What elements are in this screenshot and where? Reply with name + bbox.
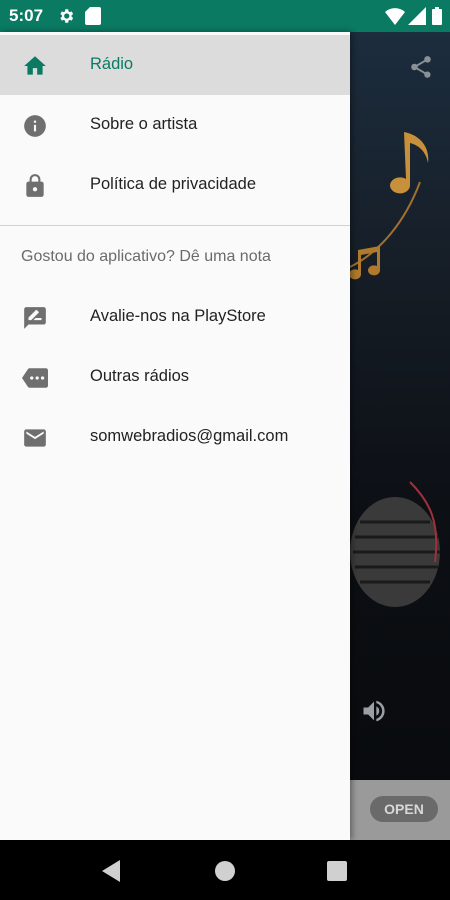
back-icon[interactable] [102,860,122,882]
status-time: 5:07 [9,6,44,25]
drawer-item-privacy-policy[interactable]: Política de privacidade [0,155,350,215]
drawer-item-radio[interactable]: Rádio [0,35,350,95]
drawer-item-about-artist[interactable]: Sobre o artista [0,95,350,155]
battery-icon [432,7,442,25]
label-more-icon [22,368,48,388]
drawer-section-title: Gostou do aplicativo? Dê uma nota [21,248,271,265]
navigation-drawer: Rádio Sobre o artista Política de privac… [0,32,350,840]
background-app[interactable]: OPEN [350,32,450,840]
drawer-divider [0,225,350,226]
microphone-decoration [350,481,440,607]
drawer-item-label: Política de privacidade [90,175,257,193]
drawer-item-other-radios[interactable]: Outras rádios [0,347,350,407]
drawer-item-label: Avalie-nos na PlayStore [90,307,266,325]
system-nav-bar [0,840,450,900]
email-icon [24,429,46,447]
home-circle-icon[interactable] [214,860,236,882]
sd-card-icon [85,7,101,25]
music-note-small-decoration [350,246,381,280]
drawer-item-label: Sobre o artista [90,115,198,133]
ad-banner[interactable]: OPEN [350,780,450,840]
status-bar: 5:07 [0,0,450,32]
lock-icon [26,174,44,197]
ad-open-button[interactable]: OPEN [370,796,438,822]
drawer-item-label: somwebradios@gmail.com [90,427,289,445]
signal-icon [408,7,426,25]
drawer-item-rate-playstore[interactable]: Avalie-nos na PlayStore [0,287,350,347]
drawer-item-label: Rádio [90,55,134,73]
volume-icon[interactable] [360,697,388,725]
drawer-item-label: Outras rádios [90,367,190,385]
drawer-item-email[interactable]: somwebradios@gmail.com [0,407,350,467]
gear-icon [60,9,74,23]
recents-icon[interactable] [327,861,347,881]
home-icon [24,56,46,75]
wifi-icon [385,8,405,25]
rate-review-icon [24,307,46,329]
music-note-decoration [390,132,429,194]
info-icon [24,115,46,137]
share-icon[interactable] [408,54,434,80]
